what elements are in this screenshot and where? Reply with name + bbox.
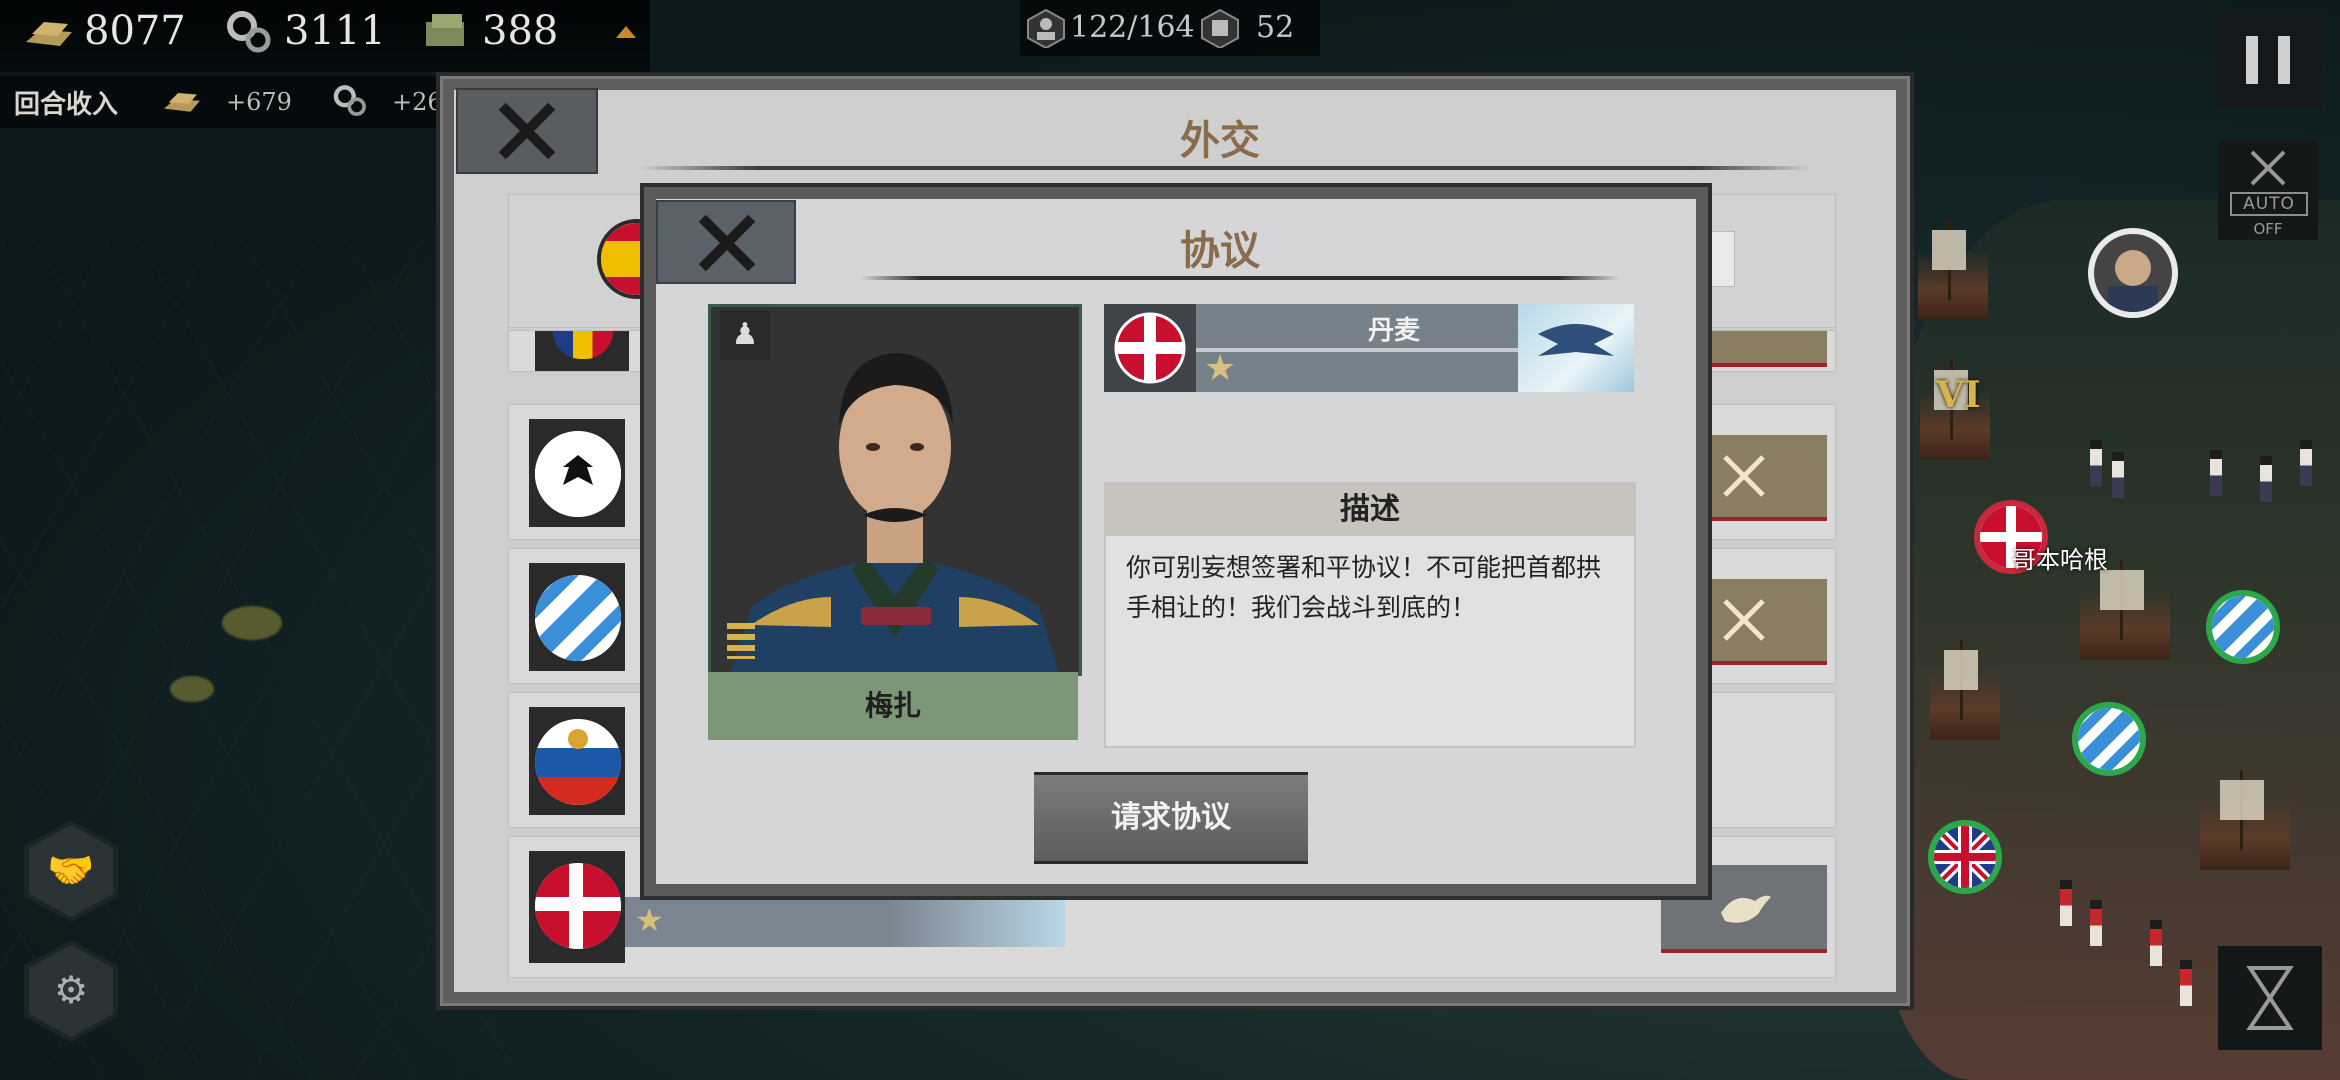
request-agreement-button[interactable]: 请求协议 bbox=[1034, 772, 1308, 864]
soldier bbox=[2150, 920, 2162, 966]
soldier bbox=[2260, 456, 2272, 502]
diplomacy-close-button[interactable] bbox=[456, 88, 598, 174]
soldier bbox=[2300, 440, 2312, 486]
gold-bars-icon bbox=[164, 92, 200, 112]
population-count: 122/164 bbox=[1070, 10, 1195, 45]
expand-arrow-icon[interactable] bbox=[616, 26, 636, 38]
title-divider bbox=[640, 166, 1810, 170]
commander-icon bbox=[1201, 8, 1239, 48]
soldier bbox=[2090, 440, 2102, 486]
title-divider bbox=[860, 276, 1620, 280]
island bbox=[170, 676, 214, 702]
general-name: 梅扎 bbox=[708, 672, 1078, 740]
pause-button[interactable] bbox=[2216, 12, 2322, 108]
general-type-icon: ♟ bbox=[720, 310, 770, 360]
crossed-swords-icon bbox=[1723, 599, 1765, 641]
nation-name: 丹麦 bbox=[1367, 316, 1420, 346]
population-icon bbox=[1027, 8, 1065, 48]
wrench-gear-icon: ⚙ bbox=[53, 968, 89, 1012]
hourglass-icon bbox=[2246, 966, 2294, 1030]
auto-label: AUTO bbox=[2230, 192, 2308, 216]
bavaria-flag-icon bbox=[2078, 708, 2140, 770]
industry-amount: 3111 bbox=[284, 8, 386, 54]
rank-chevron-icon bbox=[727, 623, 755, 659]
gear-icon bbox=[333, 85, 366, 116]
britain-unit-badge[interactable] bbox=[1928, 820, 2002, 894]
food-resource: 388 bbox=[420, 8, 558, 54]
bavaria-flag-icon bbox=[2212, 596, 2274, 658]
agreement-close-button[interactable] bbox=[656, 200, 796, 284]
nation-banner: 丹麦 ★ bbox=[1104, 304, 1634, 392]
star-rating: ★ bbox=[635, 901, 664, 939]
general-portrait-icon bbox=[2108, 250, 2158, 312]
soldier bbox=[2060, 880, 2072, 926]
industry-resource: 3111 bbox=[222, 8, 386, 54]
diplomacy-title: 外交 bbox=[1180, 117, 1260, 164]
supplies-icon bbox=[426, 14, 464, 46]
handshake-icon: 🤝 bbox=[47, 848, 95, 892]
russia-flag-icon bbox=[531, 715, 625, 809]
unit-level-badge[interactable]: VI bbox=[1936, 374, 1996, 430]
gold-bars-icon bbox=[26, 22, 72, 46]
soldier bbox=[2180, 960, 2192, 1006]
soldier bbox=[2090, 900, 2102, 946]
description-text: 你可别妄想签署和平协议！不可能把首都拱手相让的！我们会战斗到底的！ bbox=[1126, 553, 1602, 622]
commander-count: 52 bbox=[1256, 10, 1295, 45]
end-turn-button[interactable] bbox=[2218, 946, 2322, 1050]
description-header: 描述 bbox=[1106, 484, 1634, 536]
crossed-swords-icon bbox=[1723, 455, 1765, 497]
denmark-flag-icon bbox=[1114, 312, 1186, 384]
close-icon bbox=[496, 100, 556, 160]
bavaria-unit-badge[interactable] bbox=[2206, 590, 2280, 664]
bavaria-unit-badge[interactable] bbox=[2072, 702, 2146, 776]
auto-button[interactable]: AUTO OFF bbox=[2218, 140, 2318, 240]
star-rating: ★ bbox=[1204, 348, 1237, 389]
prussia-flag-icon bbox=[531, 427, 625, 521]
soldier bbox=[2210, 450, 2222, 496]
island bbox=[222, 606, 282, 640]
denmark-flag-icon bbox=[531, 859, 625, 953]
ship-unit[interactable] bbox=[2080, 560, 2170, 660]
bavaria-flag-icon bbox=[531, 571, 625, 665]
ship-unit[interactable] bbox=[1918, 220, 1988, 320]
turn-income-bar: 回合收入 +679 +26 bbox=[0, 76, 443, 128]
close-icon bbox=[696, 212, 756, 272]
auto-state: OFF bbox=[2253, 220, 2283, 238]
agreement-title: 协议 bbox=[1180, 227, 1260, 274]
description-box: 描述 你可别妄想签署和平协议！不可能把首都拱手相让的！我们会战斗到底的！ bbox=[1104, 482, 1636, 748]
pause-icon bbox=[2246, 36, 2258, 84]
flag-icon bbox=[553, 331, 613, 359]
gold-resource: 8077 bbox=[22, 8, 186, 54]
ship-unit[interactable] bbox=[1930, 640, 2000, 740]
income-label: 回合收入 bbox=[14, 90, 119, 120]
eagle-emblem-icon bbox=[1518, 304, 1634, 392]
general-portrait-image bbox=[711, 307, 1079, 673]
soldier bbox=[2112, 452, 2124, 498]
general-badge[interactable] bbox=[2088, 228, 2178, 318]
gear-icon bbox=[227, 11, 271, 53]
gold-amount: 8077 bbox=[84, 8, 186, 54]
food-amount: 388 bbox=[482, 8, 559, 54]
crossed-swords-icon bbox=[2250, 150, 2286, 186]
top-center-stats: 122/164 52 bbox=[1020, 0, 1320, 56]
city-label[interactable]: 哥本哈根 bbox=[2012, 540, 2108, 575]
dove-icon bbox=[1721, 895, 1771, 923]
gold-income: +679 bbox=[226, 88, 292, 116]
ship-unit[interactable] bbox=[2200, 770, 2290, 870]
britain-flag-icon bbox=[1934, 826, 1996, 888]
